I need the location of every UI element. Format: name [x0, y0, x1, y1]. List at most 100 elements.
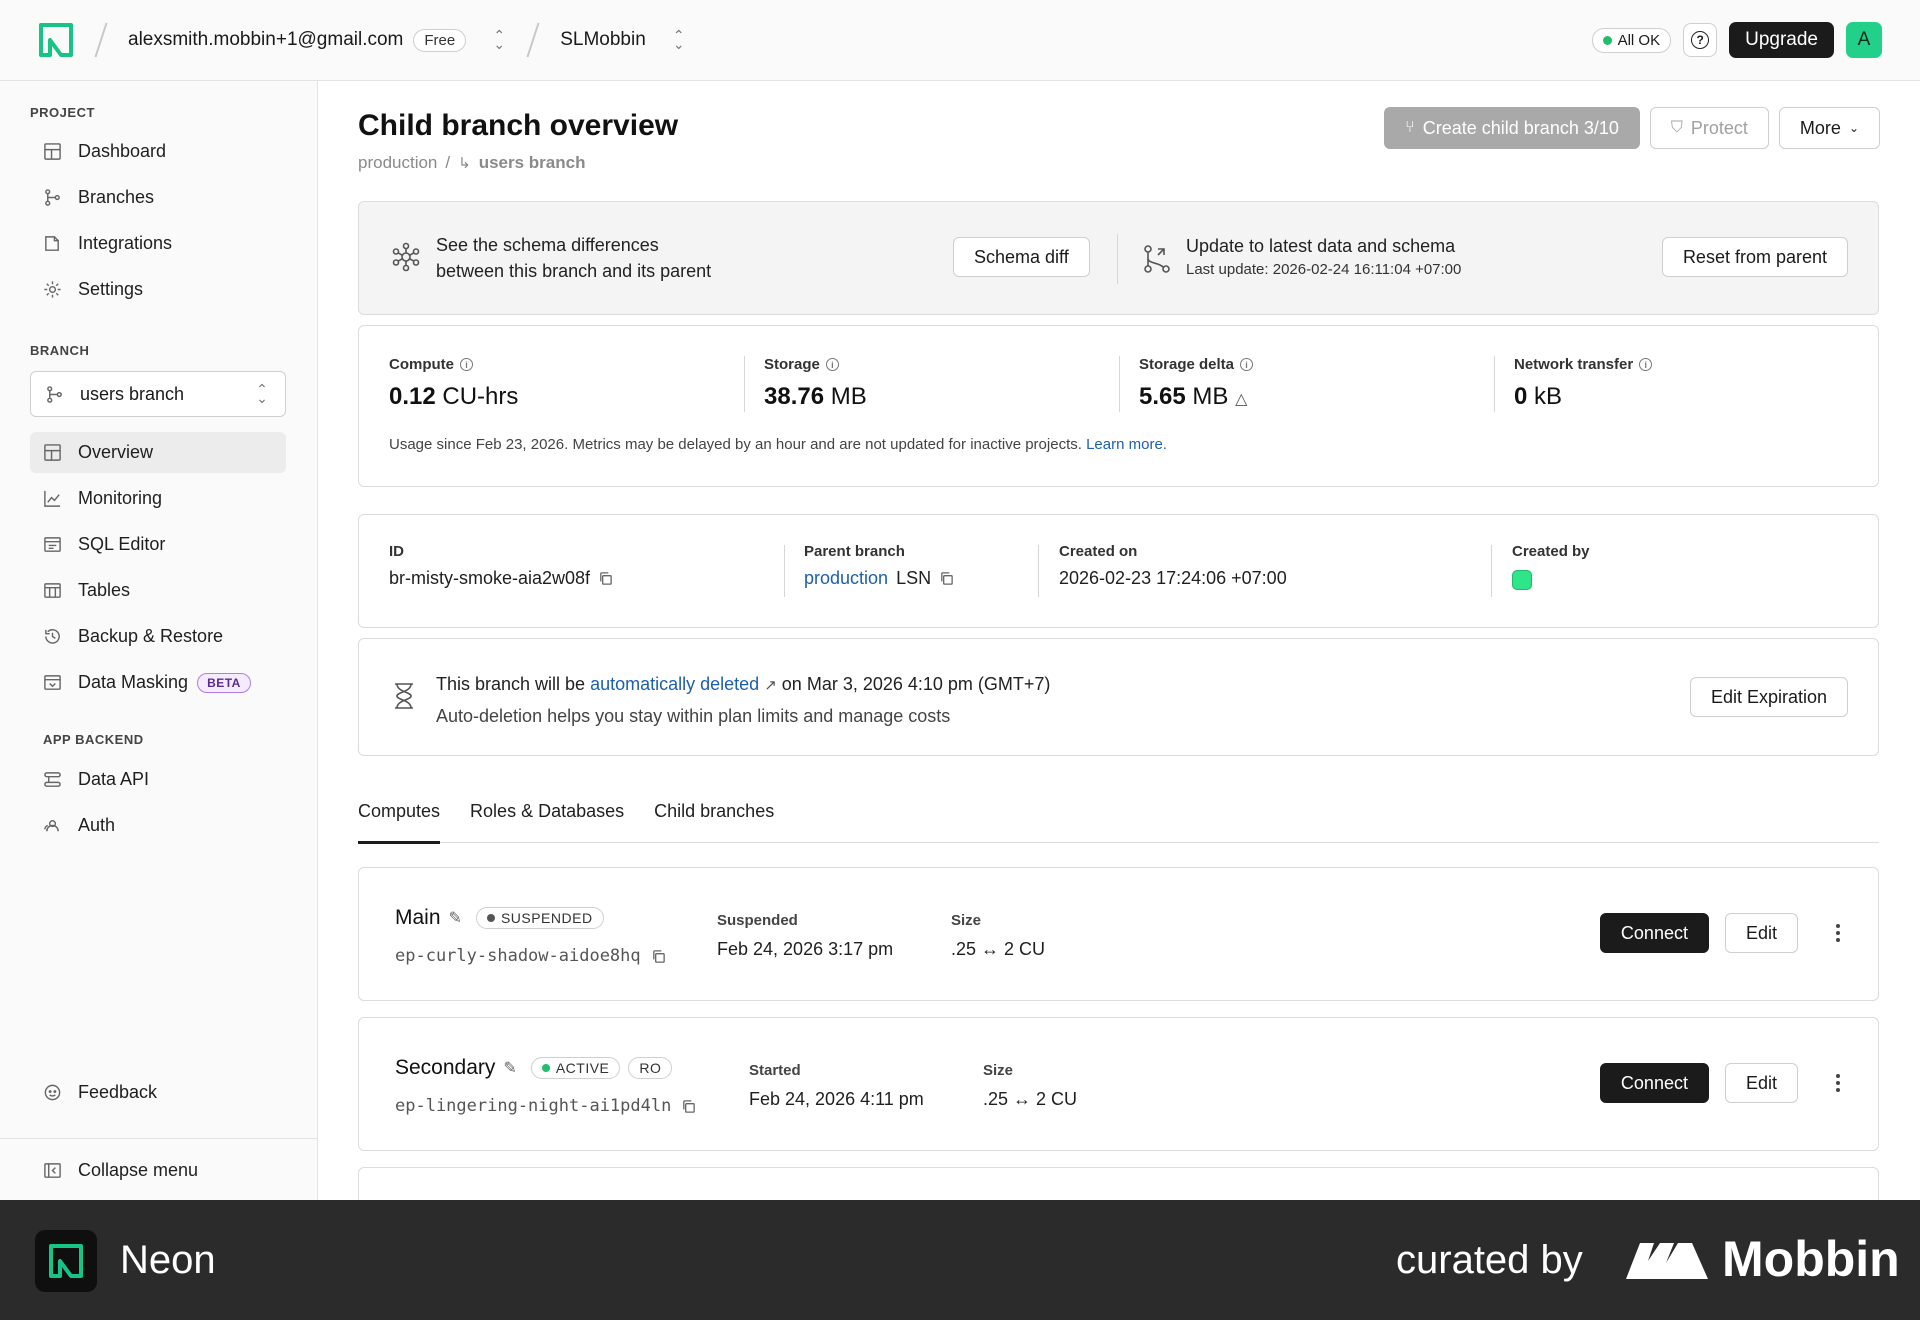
integrations-icon — [43, 234, 62, 253]
account-email[interactable]: alexsmith.mobbin+1@gmail.com — [128, 29, 403, 51]
account-switcher-icon[interactable]: ⌃ ⌄ — [492, 28, 506, 51]
status-badge: SUSPENDED — [475, 907, 604, 929]
compute-card-partial — [358, 1167, 1879, 1200]
metric-storage: Storage i 38.76 MB — [764, 356, 867, 410]
info-icon[interactable]: i — [460, 358, 473, 371]
more-vertical-icon[interactable] — [1828, 1074, 1848, 1092]
auto-delete-link[interactable]: automatically deleted — [590, 674, 759, 694]
more-vertical-icon[interactable] — [1828, 924, 1848, 942]
status-badge: ACTIVE — [530, 1057, 621, 1079]
top-bar: alexsmith.mobbin+1@gmail.com Free ⌃ ⌄ SLM… — [0, 0, 1920, 81]
question-icon: ? — [1691, 31, 1710, 49]
create-child-branch-button[interactable]: ⑂ Create child branch 3/10 — [1384, 107, 1640, 149]
field-parent-branch: Parent branch production LSN — [804, 543, 954, 589]
page-title: Child branch overview — [358, 109, 679, 142]
field-created-by: Created by — [1512, 543, 1590, 590]
warning-triangle-icon: △ — [1235, 391, 1248, 408]
expiration-sub: Auto-deletion helps you stay within plan… — [436, 706, 951, 726]
hourglass-icon — [395, 683, 413, 709]
separator — [94, 22, 108, 58]
dashboard-icon — [43, 142, 62, 161]
sidebar-item-data-masking[interactable]: Data Masking BETA — [30, 662, 286, 703]
divider — [784, 545, 785, 597]
divider — [1038, 545, 1039, 597]
update-title: Update to latest data and schema — [1186, 236, 1456, 256]
info-icon[interactable]: i — [825, 358, 839, 371]
external-link-icon[interactable]: ↗ — [764, 677, 777, 694]
auth-icon — [43, 816, 62, 835]
protect-button[interactable]: ⛉ Protect — [1649, 107, 1769, 149]
field-id: ID br-misty-smoke-aia2w08f — [389, 543, 613, 589]
plan-badge: Free — [413, 28, 467, 52]
sql-editor-icon — [43, 535, 62, 554]
sidebar-item-branches[interactable]: Branches — [30, 177, 286, 218]
branch-selector-label: users branch — [80, 383, 185, 404]
copy-icon[interactable] — [681, 1099, 696, 1114]
more-button[interactable]: More ⌄ — [1778, 107, 1880, 149]
status-dot-icon — [1602, 35, 1612, 45]
neon-logo-icon[interactable] — [38, 22, 74, 58]
learn-more-link[interactable]: Learn more. — [1086, 436, 1167, 453]
branch-selector[interactable]: users branch ⌃ ⌄ — [30, 371, 286, 417]
copy-icon[interactable] — [598, 571, 613, 586]
status-badge[interactable]: All OK — [1591, 27, 1672, 53]
footer-curated: curated by — [1396, 1238, 1583, 1282]
sidebar-item-monitoring[interactable]: Monitoring — [30, 478, 286, 519]
tab-roles-databases[interactable]: Roles & Databases — [470, 801, 624, 843]
copy-icon[interactable] — [651, 949, 666, 964]
collapse-icon — [43, 1161, 62, 1180]
footer-brand: Neon — [120, 1238, 216, 1282]
divider — [1491, 545, 1492, 597]
info-icon[interactable]: i — [1639, 358, 1653, 371]
connect-button[interactable]: Connect — [1599, 1063, 1709, 1103]
branches-icon: ⑂ — [1405, 119, 1415, 136]
sidebar-item-tables[interactable]: Tables — [30, 570, 286, 611]
edit-expiration-button[interactable]: Edit Expiration — [1689, 677, 1848, 717]
sidebar-item-dashboard[interactable]: Dashboard — [30, 131, 286, 172]
sidebar-item-feedback[interactable]: Feedback — [30, 1072, 286, 1113]
sidebar-item-integrations[interactable]: Integrations — [30, 223, 286, 264]
branch-id: br-misty-smoke-aia2w08f — [389, 568, 591, 588]
sidebar-item-backup-restore[interactable]: Backup & Restore — [30, 616, 286, 657]
project-name[interactable]: SLMobbin — [560, 29, 646, 51]
separator — [526, 22, 540, 58]
sidebar-item-settings[interactable]: Settings — [30, 269, 286, 310]
branch-arrow-icon: ↳ — [458, 155, 471, 172]
main-content: Child branch overview production / ↳ use… — [318, 81, 1920, 1200]
pencil-icon[interactable]: ✎ — [503, 1058, 516, 1078]
tab-child-branches[interactable]: Child branches — [654, 801, 774, 843]
info-icon[interactable]: i — [1240, 358, 1254, 371]
schema-diff-button[interactable]: Schema diff — [953, 237, 1090, 277]
connect-button[interactable]: Connect — [1599, 913, 1709, 953]
reset-from-parent-button[interactable]: Reset from parent — [1661, 237, 1848, 277]
sidebar-item-overview[interactable]: Overview — [30, 432, 286, 473]
breadcrumb-parent[interactable]: production — [358, 153, 437, 173]
schema-diff-line1: See the schema differences — [436, 235, 659, 255]
compute-card: Main ✎ SUSPENDED ep-curly-shadow-aidoe8h… — [358, 867, 1879, 1001]
schema-diff-card: See the schema differences between this … — [358, 201, 1879, 315]
copy-icon[interactable] — [939, 571, 954, 586]
tab-bar: Computes Roles & Databases Child branche… — [358, 801, 1879, 844]
avatar[interactable]: A — [1846, 22, 1882, 58]
creator-avatar[interactable] — [1512, 570, 1532, 590]
project-switcher-icon[interactable]: ⌃ ⌄ — [672, 28, 686, 51]
feedback-icon — [43, 1083, 62, 1102]
section-title-app-backend: APP BACKEND — [43, 732, 144, 747]
edit-button[interactable]: Edit — [1724, 913, 1798, 953]
help-button[interactable]: ? — [1683, 23, 1718, 57]
parent-branch-link[interactable]: production — [804, 568, 888, 589]
sidebar-item-sql-editor[interactable]: SQL Editor — [30, 524, 286, 565]
data-api-icon — [43, 770, 62, 789]
compute-card: Secondary ✎ ACTIVE RO ep-lingering-night… — [358, 1017, 1879, 1151]
sidebar-item-auth[interactable]: Auth — [30, 805, 286, 846]
pencil-icon[interactable]: ✎ — [449, 908, 462, 928]
edit-button[interactable]: Edit — [1724, 1063, 1798, 1103]
collapse-menu-button[interactable]: Collapse menu — [30, 1150, 286, 1191]
tables-icon — [43, 581, 62, 600]
upgrade-button[interactable]: Upgrade — [1729, 22, 1834, 58]
compute-size-field: Size .25 ↔ 2 CU — [983, 1062, 1078, 1109]
sidebar-item-data-api[interactable]: Data API — [30, 759, 286, 800]
schema-icon — [392, 242, 420, 272]
mobbin-logo: Mobbin — [1626, 1230, 1900, 1288]
tab-computes[interactable]: Computes — [358, 801, 441, 844]
